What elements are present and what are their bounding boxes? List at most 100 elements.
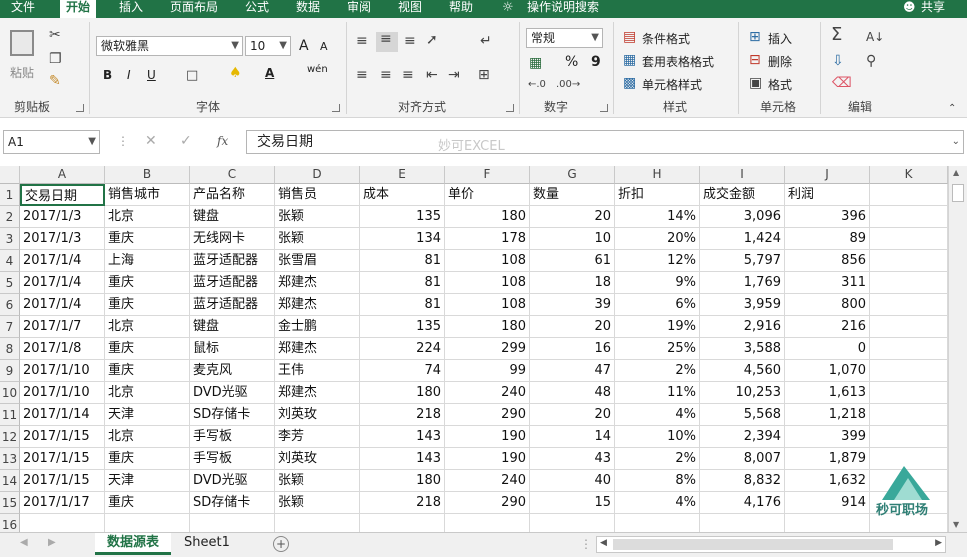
table-cell[interactable]: 上海 — [105, 250, 190, 272]
cell-styles-button[interactable]: 单元格样式 — [642, 76, 702, 93]
table-cell[interactable]: 14% — [615, 206, 700, 228]
table-cell[interactable]: 290 — [445, 404, 530, 426]
merge-center-icon[interactable]: ⊞ — [478, 68, 490, 82]
formula-input[interactable]: 交易日期 ⌄ — [246, 130, 964, 154]
table-cell[interactable] — [870, 404, 948, 426]
column-header[interactable]: I — [700, 166, 785, 184]
table-cell[interactable]: 143 — [360, 448, 445, 470]
row-header[interactable]: 11 — [0, 404, 20, 426]
table-cell[interactable]: 12% — [615, 250, 700, 272]
table-cell[interactable] — [870, 338, 948, 360]
top-align-icon[interactable]: ≡ — [356, 34, 368, 48]
format-painter-icon[interactable]: ✎ — [49, 74, 61, 88]
vertical-scrollbar[interactable]: ▲ ▼ — [948, 166, 967, 532]
active-cell[interactable]: 交易日期 — [20, 184, 105, 206]
table-cell[interactable]: 刘英玫 — [275, 448, 360, 470]
table-cell[interactable]: 蓝牙适配器 — [190, 250, 275, 272]
table-cell[interactable]: 利润 — [785, 184, 870, 206]
autosum-icon[interactable]: Σ — [831, 26, 842, 44]
table-cell[interactable]: 2017/1/15 — [20, 448, 105, 470]
table-cell[interactable]: 键盘 — [190, 206, 275, 228]
table-cell[interactable] — [870, 316, 948, 338]
menu-formulas[interactable]: 公式 — [245, 0, 269, 18]
table-cell[interactable]: 张雪眉 — [275, 250, 360, 272]
column-header[interactable]: F — [445, 166, 530, 184]
table-cell[interactable]: 蓝牙适配器 — [190, 294, 275, 316]
shrink-font-button[interactable]: A — [320, 40, 328, 53]
table-cell[interactable]: 麦克风 — [190, 360, 275, 382]
comma-button[interactable]: 9 — [591, 54, 601, 70]
table-cell[interactable]: 张颖 — [275, 470, 360, 492]
chevron-down-icon[interactable]: ▼ — [88, 131, 96, 153]
table-cell[interactable]: 2,916 — [700, 316, 785, 338]
table-cell[interactable]: 143 — [360, 426, 445, 448]
table-cell[interactable]: DVD光驱 — [190, 382, 275, 404]
table-cell[interactable]: 20 — [530, 206, 615, 228]
table-cell[interactable]: 190 — [445, 448, 530, 470]
table-cell[interactable]: 金士鹏 — [275, 316, 360, 338]
table-cell[interactable]: 1,769 — [700, 272, 785, 294]
table-cell[interactable]: 2017/1/3 — [20, 206, 105, 228]
select-all-corner[interactable] — [0, 166, 20, 184]
scroll-right-icon[interactable]: ▶ — [935, 538, 942, 548]
table-cell[interactable]: 4,560 — [700, 360, 785, 382]
table-cell[interactable]: 108 — [445, 250, 530, 272]
table-cell[interactable]: 218 — [360, 404, 445, 426]
table-cell[interactable]: 81 — [360, 294, 445, 316]
table-cell[interactable]: 20 — [530, 316, 615, 338]
table-cell[interactable]: 北京 — [105, 206, 190, 228]
table-cell[interactable]: 14 — [530, 426, 615, 448]
align-right-icon[interactable]: ≡ — [402, 68, 414, 82]
table-cell[interactable]: 1,632 — [785, 470, 870, 492]
table-cell[interactable]: 单价 — [445, 184, 530, 206]
table-cell[interactable]: 180 — [360, 382, 445, 404]
table-cell[interactable]: 2017/1/7 — [20, 316, 105, 338]
table-cell[interactable]: 108 — [445, 272, 530, 294]
table-cell[interactable]: 290 — [445, 492, 530, 514]
menu-data[interactable]: 数据 — [296, 0, 320, 18]
table-cell[interactable]: 0 — [785, 338, 870, 360]
delete-cells-button[interactable]: 删除 — [768, 53, 792, 70]
share-button[interactable]: 共享 — [921, 0, 945, 18]
bold-button[interactable]: B — [103, 68, 112, 82]
table-cell[interactable]: 240 — [445, 470, 530, 492]
format-as-table-button[interactable]: 套用表格格式 — [642, 53, 714, 70]
decrease-decimal-icon[interactable]: .00→ — [556, 78, 580, 92]
table-cell[interactable]: 1,424 — [700, 228, 785, 250]
format-cells-button[interactable]: 格式 — [768, 76, 792, 93]
collapse-ribbon-icon[interactable]: ⌃ — [948, 102, 956, 116]
column-header[interactable]: H — [615, 166, 700, 184]
table-cell[interactable]: 无线网卡 — [190, 228, 275, 250]
table-cell[interactable]: 重庆 — [105, 272, 190, 294]
table-cell[interactable]: 天津 — [105, 470, 190, 492]
table-cell[interactable]: 180 — [445, 206, 530, 228]
conditional-format-icon[interactable]: ▤ — [623, 30, 636, 44]
tell-me-search[interactable]: 操作说明搜索 — [527, 0, 599, 18]
font-color-button[interactable]: A — [265, 66, 274, 80]
table-cell[interactable]: 8% — [615, 470, 700, 492]
table-cell[interactable]: 重庆 — [105, 448, 190, 470]
sort-filter-icon[interactable]: A↓ — [866, 30, 884, 44]
table-cell[interactable]: 135 — [360, 316, 445, 338]
cancel-icon[interactable]: ✕ — [145, 133, 157, 149]
table-cell[interactable]: 张颖 — [275, 492, 360, 514]
table-cell[interactable]: 张颖 — [275, 206, 360, 228]
table-cell[interactable]: 399 — [785, 426, 870, 448]
menu-review[interactable]: 审阅 — [347, 0, 371, 18]
scroll-up-icon[interactable]: ▲ — [953, 168, 959, 177]
table-cell[interactable]: 李芳 — [275, 426, 360, 448]
table-cell[interactable]: 销售员 — [275, 184, 360, 206]
table-cell[interactable]: SD存储卡 — [190, 492, 275, 514]
table-cell[interactable]: 5,797 — [700, 250, 785, 272]
chevron-down-icon[interactable]: ▼ — [279, 37, 287, 55]
fill-icon[interactable]: ⇩ — [832, 54, 844, 68]
table-cell[interactable]: 311 — [785, 272, 870, 294]
table-cell[interactable]: 299 — [445, 338, 530, 360]
table-cell[interactable]: 190 — [445, 426, 530, 448]
table-cell[interactable]: 天津 — [105, 404, 190, 426]
row-header[interactable]: 10 — [0, 382, 20, 404]
sheet-tab-sheet1[interactable]: Sheet1 — [172, 533, 242, 555]
table-cell[interactable]: 20 — [530, 404, 615, 426]
bottom-align-icon[interactable]: ≡ — [404, 34, 416, 48]
column-header[interactable]: G — [530, 166, 615, 184]
